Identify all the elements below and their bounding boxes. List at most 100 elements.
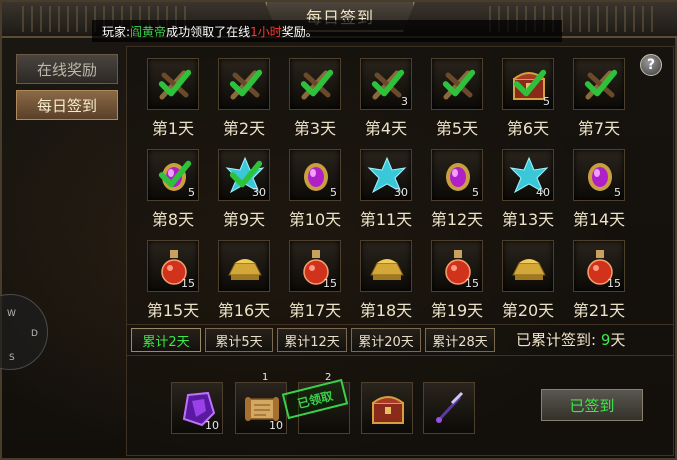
day-cell[interactable]: 第3天 [288,58,342,139]
day-cell[interactable]: 15 第17天 [288,240,342,321]
cumulative-status: 已累计签到: 9天 [516,329,625,350]
item-count: 30 [394,186,408,199]
reward-slot[interactable] [573,58,625,110]
reward-slot[interactable]: 5 [431,149,483,201]
reward-slot[interactable]: 15 [431,240,483,292]
day-cell[interactable]: 第16天 [217,240,271,321]
day-cell[interactable]: 第5天 [430,58,484,139]
cumulative-12-button[interactable]: 累计12天 [277,328,347,352]
day-label: 第15天 [146,301,200,320]
day-label: 第6天 [506,119,550,138]
signed-button[interactable]: 已签到 [541,389,643,421]
day-label: 第4天 [364,119,408,138]
day-cell[interactable]: 第2天 [217,58,271,139]
cumulative-reward-slot[interactable] [361,382,413,434]
reward-slot[interactable] [218,58,270,110]
reward-slot[interactable]: 5 [502,58,554,110]
item-count: 3 [401,95,408,108]
reward-slot[interactable]: 15 [147,240,199,292]
day-label: 第14天 [572,210,626,229]
day-cell[interactable]: 30 第9天 [217,149,271,230]
day-cell[interactable]: 5 第10天 [288,149,342,230]
day-label: 第9天 [222,210,266,229]
cumulative-days-value: 9 [600,331,611,349]
item-count: 15 [607,277,621,290]
day-cell[interactable]: 第18天 [359,240,413,321]
daily-signin-window: 每日签到 W D S 在线奖励 每日签到 第1天 第2天 第3天 3 第4天 第5天 5 第6… [0,0,677,460]
item-count: 40 [536,186,550,199]
reward-slot[interactable]: 5 [573,149,625,201]
day-cell[interactable]: 5 第6天 [501,58,555,139]
day-cell[interactable]: 第1天 [146,58,200,139]
item-count: 10 [269,419,283,432]
day-label: 第5天 [435,119,479,138]
item-count: 5 [614,186,621,199]
banner-player-name: 阎黄帝 [130,24,167,39]
reward-slot[interactable]: 30 [360,149,412,201]
cumulative-status-label: 已累计签到: [516,331,597,349]
tab-online-reward[interactable]: 在线奖励 [16,54,118,84]
reward-slot[interactable]: 30 [218,149,270,201]
day-label: 第19天 [430,301,484,320]
day-cell[interactable]: 30 第11天 [359,149,413,230]
day-cell[interactable]: 15 第15天 [146,240,200,321]
day-cell[interactable]: 40 第13天 [501,149,555,230]
minimap-compass: W D S [0,294,48,370]
day-cell[interactable]: 第20天 [501,240,555,321]
tab-column: 在线奖励 每日签到 [16,54,124,126]
reward-slot[interactable]: 3 [360,58,412,110]
reward-slot[interactable] [431,58,483,110]
item-count: 10 [205,419,219,432]
reward-slot[interactable]: 15 [289,240,341,292]
tab-daily-signin[interactable]: 每日签到 [16,90,118,120]
day-label: 第16天 [217,301,271,320]
item-count: 15 [181,277,195,290]
item-count: 5 [330,186,337,199]
day-label: 第17天 [288,301,342,320]
cumulative-reward-slot[interactable] [423,382,475,434]
day-label: 第18天 [359,301,413,320]
cumulative-28-button[interactable]: 累计28天 [425,328,495,352]
reward-slot[interactable]: 40 [502,149,554,201]
day-cell[interactable]: 第7天 [572,58,626,139]
reward-slot[interactable] [289,58,341,110]
day-label: 第20天 [501,301,555,320]
day-cell[interactable]: 15 第19天 [430,240,484,321]
compass-w: W [7,309,16,319]
help-icon[interactable]: ? [640,54,662,76]
item-count: 5 [543,95,550,108]
day-label: 第7天 [577,119,621,138]
cumulative-reward-slot[interactable]: 10 1 [235,372,287,434]
item-count: 15 [465,277,479,290]
reward-slot[interactable] [147,58,199,110]
day-label: 第2天 [222,119,266,138]
day-label: 第13天 [501,210,555,229]
reward-slot[interactable] [360,240,412,292]
cumulative-20-button[interactable]: 累计20天 [351,328,421,352]
day-label: 第1天 [151,119,195,138]
reward-slot[interactable]: 5 [147,149,199,201]
compass-s: S [9,353,15,363]
reward-slot[interactable]: 5 [289,149,341,201]
item-count: 30 [252,186,266,199]
compass-d: D [31,329,38,339]
day-cell[interactable]: 3 第4天 [359,58,413,139]
day-label: 第11天 [359,210,413,229]
banner-prefix: 玩家: [102,24,131,39]
reward-slot[interactable]: 15 [573,240,625,292]
day-cell[interactable]: 15 第21天 [572,240,626,321]
day-label: 第12天 [430,210,484,229]
cumulative-reward-slot[interactable]: 10 [171,382,223,434]
banner-middle: 成功领取了在线 [166,24,251,39]
reward-slot[interactable] [502,240,554,292]
day-label: 第3天 [293,119,337,138]
day-label: 第10天 [288,210,342,229]
day-cell[interactable]: 5 第14天 [572,149,626,230]
cumulative-5-button[interactable]: 累计5天 [205,328,273,352]
cumulative-2-button[interactable]: 累计2天 [131,328,201,352]
day-cell[interactable]: 5 第12天 [430,149,484,230]
day-cell[interactable]: 5 第8天 [146,149,200,230]
reward-slot[interactable] [218,240,270,292]
item-count: 5 [472,186,479,199]
slot-index: 1 [262,372,269,383]
